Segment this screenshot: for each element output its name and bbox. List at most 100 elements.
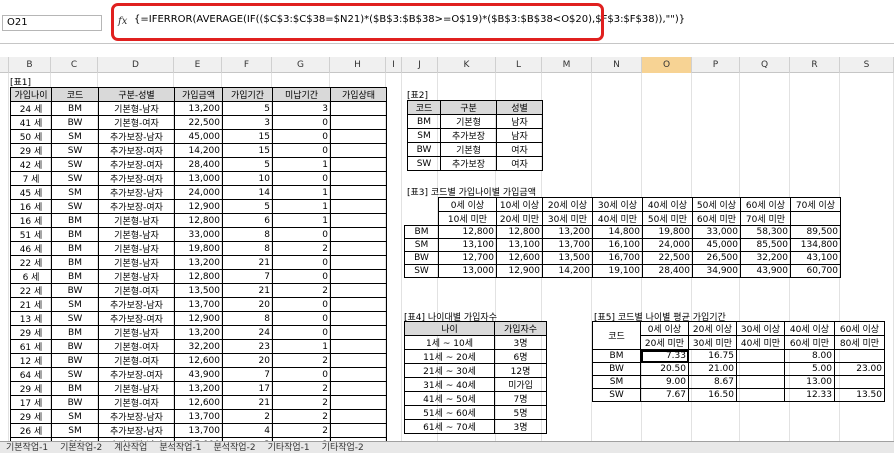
cell[interactable]: 13,500	[174, 283, 223, 298]
cell[interactable]: BM	[592, 349, 641, 363]
sheet-tab[interactable]: 계산작업	[108, 442, 153, 453]
header-cell[interactable]	[790, 211, 841, 226]
column-header[interactable]: O	[642, 57, 692, 73]
cell[interactable]	[330, 241, 387, 256]
cell[interactable]: 17 세	[10, 395, 52, 410]
cell[interactable]: 13.50	[834, 388, 885, 402]
cell[interactable]: BM	[404, 225, 439, 239]
header-cell[interactable]: 미납기간	[272, 87, 331, 102]
cell[interactable]: 29 세	[10, 409, 52, 424]
cell[interactable]: 12,700	[438, 251, 497, 265]
cell[interactable]: 0	[272, 325, 331, 340]
cell[interactable]	[330, 269, 387, 284]
cell[interactable]: 3	[272, 101, 331, 116]
cell[interactable]	[736, 388, 785, 402]
header-cell[interactable]: 10세 미만	[438, 211, 497, 226]
header-cell[interactable]: 60세 미만	[784, 335, 835, 350]
cell[interactable]: BW	[407, 142, 441, 157]
cell[interactable]: 22,500	[174, 115, 223, 130]
cell[interactable]	[330, 339, 387, 354]
cell[interactable]: 2	[272, 283, 331, 298]
cell[interactable]: 15	[222, 129, 273, 144]
header-cell[interactable]: 가입금액	[174, 87, 223, 102]
cell[interactable]: 0	[272, 255, 331, 270]
cell[interactable]: 13 세	[10, 311, 52, 326]
cell[interactable]: 기본형-여자	[98, 283, 175, 298]
header-cell[interactable]: 60세 이상	[740, 197, 791, 212]
cell[interactable]: 14,200	[174, 143, 223, 158]
cell[interactable]: 추가보장-여자	[98, 143, 175, 158]
header-cell[interactable]: 0세 이상	[640, 321, 689, 336]
column-header[interactable]: L	[496, 57, 542, 73]
cell[interactable]: 42 세	[10, 157, 52, 172]
header-cell[interactable]: 20세 이상	[542, 197, 593, 212]
cell[interactable]: 7	[222, 367, 273, 382]
column-header[interactable]: C	[51, 57, 98, 73]
cell[interactable]: BM	[51, 269, 99, 284]
cell[interactable]: 12 세	[10, 353, 52, 368]
sheet-tab[interactable]: 기본작업-2	[54, 442, 108, 453]
cell[interactable]: 5	[222, 101, 273, 116]
cell[interactable]: 8.00	[784, 349, 835, 363]
cell[interactable]: 23.00	[834, 362, 885, 376]
header-cell[interactable]: 70세 미만	[740, 211, 791, 226]
cell[interactable]: 26,500	[692, 251, 741, 265]
cell[interactable]: 추가보장-여자	[98, 199, 175, 214]
cell[interactable]	[330, 367, 387, 382]
column-header[interactable]: D	[98, 57, 174, 73]
cell[interactable]: 33,000	[174, 227, 223, 242]
cell[interactable]: BM	[51, 227, 99, 242]
cell[interactable]: BM	[51, 255, 99, 270]
cell[interactable]: 13,700	[174, 423, 223, 438]
header-cell[interactable]: 20세 이상	[688, 321, 737, 336]
cell[interactable]: 29 세	[10, 381, 52, 396]
cell[interactable]: 21	[222, 283, 273, 298]
cell[interactable]: BW	[51, 395, 99, 410]
cell[interactable]: BW	[404, 251, 439, 265]
cell[interactable]: SW	[592, 388, 641, 402]
cell[interactable]: 23	[222, 339, 273, 354]
cell[interactable]: 13,200	[174, 101, 223, 116]
cell[interactable]	[330, 129, 387, 144]
cell[interactable]: 기본형-여자	[98, 353, 175, 368]
header-cell[interactable]: 가입자수	[494, 321, 547, 336]
cell[interactable]	[330, 409, 387, 424]
cell[interactable]: 21	[222, 395, 273, 410]
cell[interactable]	[736, 375, 785, 389]
cell[interactable]: 5	[222, 157, 273, 172]
cell[interactable]: 13,200	[174, 381, 223, 396]
column-header[interactable]: Q	[740, 57, 790, 73]
cell[interactable]: 2	[272, 353, 331, 368]
cell[interactable]	[330, 325, 387, 340]
cell[interactable]: 0	[272, 143, 331, 158]
cell[interactable]: 0	[272, 115, 331, 130]
cell[interactable]: 8	[222, 241, 273, 256]
column-header[interactable]: F	[222, 57, 272, 73]
cell[interactable]: BW	[592, 362, 641, 376]
cell[interactable]	[330, 101, 387, 116]
cell[interactable]: SM	[407, 128, 441, 143]
cell[interactable]: 24,000	[642, 238, 693, 252]
header-cell[interactable]: 50세 이상	[692, 197, 741, 212]
cell[interactable]: 89,500	[790, 225, 841, 239]
cell[interactable]: 추가보장-남자	[98, 409, 175, 424]
cell[interactable]: SM	[51, 297, 99, 312]
cell[interactable]: BM	[51, 101, 99, 116]
cell[interactable]: 13,200	[542, 225, 593, 239]
cell[interactable]	[330, 297, 387, 312]
cell[interactable]	[736, 362, 785, 376]
cell[interactable]: 51 세	[10, 227, 52, 242]
cell[interactable]	[330, 353, 387, 368]
cell[interactable]: 33,000	[692, 225, 741, 239]
cell[interactable]: 0	[272, 129, 331, 144]
cell[interactable]: 14,800	[592, 225, 643, 239]
cell[interactable]: 5명	[494, 405, 547, 420]
cell[interactable]: 2	[272, 409, 331, 424]
cell[interactable]: 12,800	[496, 225, 543, 239]
cell[interactable]: 32,200	[174, 339, 223, 354]
cell[interactable]: 19,800	[642, 225, 693, 239]
cell[interactable]: SM	[592, 375, 641, 389]
cell[interactable]: 추가보장-여자	[98, 311, 175, 326]
sheet-tab[interactable]: 기타작업-1	[262, 442, 316, 453]
cell[interactable]: 12,800	[438, 225, 497, 239]
